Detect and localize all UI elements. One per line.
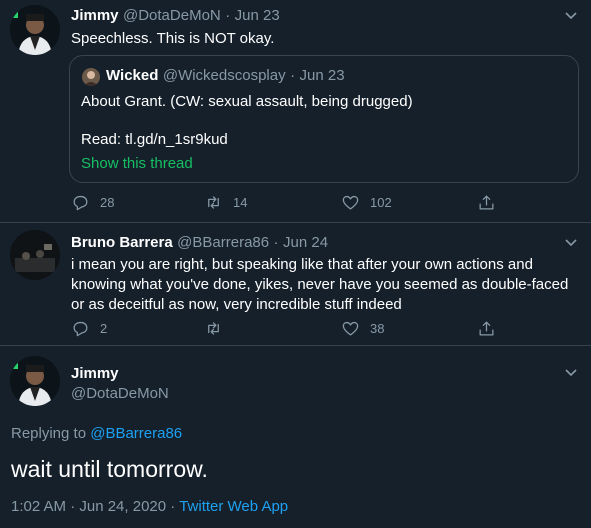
- show-thread-link[interactable]: Show this thread: [81, 154, 193, 174]
- quoted-author-handle: @Wickedscosplay: [162, 67, 286, 84]
- retweet-button[interactable]: 14: [204, 193, 247, 212]
- quoted-tweet-date: Jun 23: [299, 67, 345, 84]
- tweet-date[interactable]: Jun 24: [283, 234, 328, 251]
- author-name[interactable]: Jimmy: [71, 7, 119, 24]
- tweet-timestamp[interactable]: 1:02 AM · Jun 24, 2020: [11, 498, 166, 515]
- author-name[interactable]: Jimmy: [71, 365, 119, 382]
- quoted-tweet-text: About Grant. (CW: sexual assault, being …: [81, 93, 413, 110]
- avatar-jimmy[interactable]: [10, 356, 60, 406]
- tweet-text: Speechless. This is NOT okay.: [71, 30, 275, 47]
- retweet-button[interactable]: [204, 319, 233, 338]
- separator-dot: ·: [225, 7, 231, 24]
- tweet-date[interactable]: Jun 23: [235, 7, 280, 24]
- separator-dot: ·: [273, 234, 279, 251]
- main-tweet-text: wait until tomorrow.: [11, 456, 208, 482]
- tweet-jimmy[interactable]: Jimmy @DotaDeMoN · Jun 23 Speechless. Th…: [0, 0, 591, 222]
- avatar-jimmy[interactable]: [10, 5, 60, 55]
- reply-count: 28: [100, 195, 115, 210]
- quoted-tweet-read-link: Read: tl.gd/n_1sr9kud: [81, 131, 228, 148]
- like-button[interactable]: 102: [341, 193, 392, 212]
- reply-button[interactable]: 2: [71, 319, 107, 338]
- author-name[interactable]: Bruno Barrera: [71, 234, 173, 251]
- chevron-down-icon[interactable]: [563, 364, 579, 385]
- separator-dot: ·: [290, 67, 296, 84]
- retweet-icon: [208, 322, 219, 335]
- reply-count: 2: [100, 321, 108, 336]
- like-count: 102: [370, 195, 392, 210]
- separator-dot: ·: [170, 498, 176, 515]
- avatar-bruno[interactable]: [10, 230, 60, 280]
- tweet-text: i mean you are right, but speaking like …: [71, 256, 569, 313]
- like-count: 38: [370, 321, 385, 336]
- reply-icon: [73, 321, 88, 337]
- heart-icon: [342, 195, 359, 210]
- share-button[interactable]: [477, 193, 496, 212]
- reply-icon: [73, 195, 88, 211]
- retweet-icon: [208, 196, 219, 209]
- reply-button[interactable]: 28: [71, 193, 114, 212]
- author-handle[interactable]: @BBarrera86: [177, 234, 269, 251]
- heart-icon: [342, 321, 359, 336]
- share-icon: [479, 195, 494, 210]
- tweet-bruno[interactable]: Bruno Barrera @BBarrera86 · Jun 24 i mea…: [0, 223, 591, 345]
- share-icon: [479, 321, 494, 336]
- author-handle[interactable]: @DotaDeMoN: [123, 7, 221, 24]
- main-tweet: Jimmy @DotaDeMoN Replying to @BBarrera86…: [0, 346, 591, 528]
- author-handle[interactable]: @DotaDeMoN: [71, 385, 169, 402]
- quoted-tweet[interactable]: Wicked @Wickedscosplay · Jun 23 About Gr…: [69, 55, 579, 183]
- tweet-source[interactable]: Twitter Web App: [179, 498, 288, 515]
- like-button[interactable]: 38: [341, 319, 384, 338]
- avatar-wicked[interactable]: [82, 68, 100, 86]
- replying-to-handle[interactable]: @BBarrera86: [90, 425, 182, 442]
- quoted-author-name: Wicked: [106, 67, 159, 84]
- replying-to-label: Replying to: [11, 425, 87, 442]
- chevron-down-icon[interactable]: [563, 7, 579, 28]
- retweet-count: 14: [233, 195, 248, 210]
- share-button[interactable]: [477, 319, 496, 338]
- chevron-down-icon[interactable]: [563, 234, 579, 255]
